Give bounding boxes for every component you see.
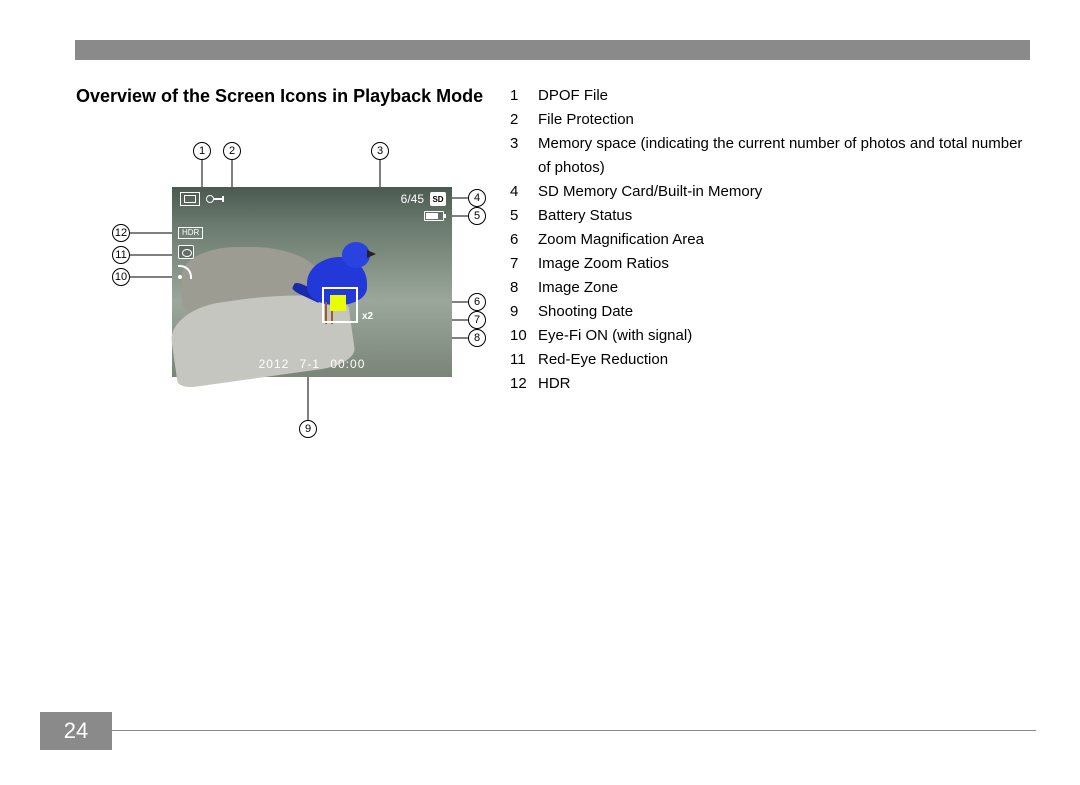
- legend-item: 8Image Zone: [510, 276, 1030, 300]
- footer-rule: [112, 730, 1036, 731]
- callout-9: 9: [299, 420, 317, 438]
- memory-counter: 6/45: [401, 192, 424, 206]
- manual-page: Overview of the Screen Icons in Playback…: [0, 0, 1080, 785]
- callout-10: 10: [112, 268, 130, 286]
- dpof-icon: [180, 192, 200, 206]
- callout-8: 8: [468, 329, 486, 347]
- legend-item: 10Eye-Fi ON (with signal): [510, 324, 1030, 348]
- legend-item: 6Zoom Magnification Area: [510, 228, 1030, 252]
- page-number: 24: [40, 712, 112, 750]
- lcd-screen: 6/45 SD HDR x2 2012 7-1 00:00: [172, 187, 452, 377]
- lcd-diagram: 1 2 3 4 5 6 7 8 9 10 11 12: [110, 142, 480, 462]
- callout-7: 7: [468, 311, 486, 329]
- legend-item: 9Shooting Date: [510, 300, 1030, 324]
- photo-bird: [342, 242, 370, 268]
- callout-1: 1: [193, 142, 211, 160]
- eyefi-icon: [178, 265, 194, 279]
- callout-6: 6: [468, 293, 486, 311]
- shooting-date: 2012 7-1 00:00: [172, 357, 452, 371]
- battery-icon: [424, 211, 444, 221]
- red-eye-icon: [178, 245, 194, 259]
- hdr-icon: HDR: [178, 227, 203, 239]
- zoom-zone-icon: [330, 295, 346, 311]
- callout-3: 3: [371, 142, 389, 160]
- sd-card-icon: SD: [430, 192, 446, 206]
- legend-item: 2File Protection: [510, 108, 1030, 132]
- callout-5: 5: [468, 207, 486, 225]
- osd-top-right: 6/45 SD: [401, 192, 446, 206]
- legend-item: 3Memory space (indicating the current nu…: [510, 132, 1030, 180]
- osd-top-left: [180, 192, 224, 206]
- section-title: Overview of the Screen Icons in Playback…: [76, 86, 483, 107]
- zoom-area-icon: [322, 287, 358, 323]
- legend-item: 11Red-Eye Reduction: [510, 348, 1030, 372]
- legend-item: 7Image Zoom Ratios: [510, 252, 1030, 276]
- photo-bird: [367, 250, 376, 258]
- callout-4: 4: [468, 189, 486, 207]
- osd-left-column: HDR: [178, 227, 203, 279]
- legend-list: 1DPOF File 2File Protection 3Memory spac…: [510, 84, 1030, 396]
- header-bar: [75, 40, 1030, 60]
- lock-icon: [206, 195, 224, 203]
- callout-2: 2: [223, 142, 241, 160]
- legend-item: 1DPOF File: [510, 84, 1030, 108]
- callout-12: 12: [112, 224, 130, 242]
- callout-11: 11: [112, 246, 130, 264]
- legend-item: 5Battery Status: [510, 204, 1030, 228]
- legend-item: 4SD Memory Card/Built-in Memory: [510, 180, 1030, 204]
- zoom-ratio: x2: [362, 311, 373, 322]
- legend-item: 12HDR: [510, 372, 1030, 396]
